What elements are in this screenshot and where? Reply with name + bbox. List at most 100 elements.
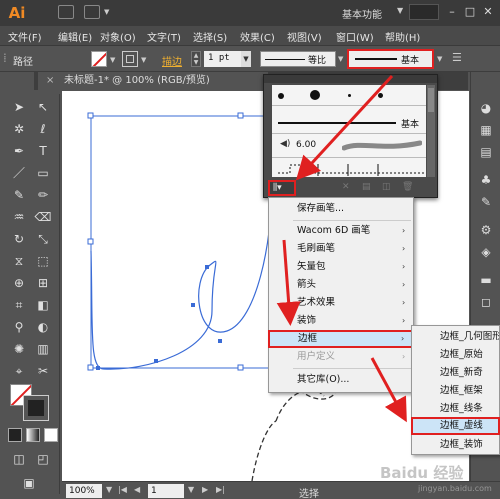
- rotate-tool-icon[interactable]: ↻: [10, 230, 28, 248]
- line-tool-icon[interactable]: ／: [10, 164, 28, 182]
- pencil-tool-icon[interactable]: ✏: [34, 186, 52, 204]
- gradient-mode-icon[interactable]: [26, 428, 40, 442]
- brushes-panel-icon[interactable]: ✎: [478, 194, 494, 210]
- selection-tool-icon[interactable]: ➤: [10, 98, 28, 116]
- symbols-panel-icon[interactable]: ♣: [478, 172, 494, 188]
- options-icon[interactable]: ▤: [362, 182, 372, 193]
- fill-swatch[interactable]: [91, 51, 107, 67]
- menu-item-artistic[interactable]: 艺术效果 ›: [269, 294, 413, 312]
- brush-list-scrollbar[interactable]: [427, 85, 435, 177]
- scale-tool-icon[interactable]: ⤡: [34, 230, 52, 248]
- swatches-panel-icon[interactable]: ▤: [478, 144, 494, 160]
- submenu-item-border-novelty[interactable]: 边框_新奇: [412, 364, 499, 382]
- artboard-number-field[interactable]: 1: [148, 484, 184, 498]
- pen-tool-icon[interactable]: ✒: [10, 142, 28, 160]
- none-mode-icon[interactable]: [44, 428, 58, 442]
- brush-dot-small[interactable]: [278, 93, 284, 99]
- chevron-down-icon[interactable]: ▼: [110, 56, 115, 64]
- previous-artboard-icon[interactable]: ◀: [134, 485, 140, 494]
- bristle-brush-stroke[interactable]: [342, 139, 422, 153]
- chevron-down-icon[interactable]: ▼: [106, 485, 112, 494]
- brush-list[interactable]: 基本 ◀) 6.00: [272, 85, 426, 177]
- menu-item-vector-packs[interactable]: 矢量包 ›: [269, 258, 413, 276]
- menu-item-save-brushes[interactable]: 保存画笔...: [269, 200, 413, 218]
- submenu-item-border-frames[interactable]: 边框_框架: [412, 382, 499, 400]
- artboards-panel-icon[interactable]: ◻: [478, 294, 494, 310]
- chevron-down-icon[interactable]: ▼: [241, 51, 251, 67]
- menu-item-other-library[interactable]: 其它库(O)...: [269, 371, 413, 389]
- chevron-down-icon[interactable]: ▼: [437, 55, 442, 63]
- new-brush-icon[interactable]: ◫: [382, 182, 392, 193]
- menu-help[interactable]: 帮助(H): [385, 29, 420, 44]
- menu-object[interactable]: 对象(O): [100, 29, 136, 44]
- submenu-item-border-primitive[interactable]: 边框_原始: [412, 346, 499, 364]
- stroke-color-box[interactable]: [23, 395, 49, 421]
- search-input[interactable]: [409, 4, 439, 20]
- close-icon[interactable]: ×: [46, 72, 54, 90]
- next-artboard-icon[interactable]: ▶: [202, 485, 208, 494]
- panel-menu-icon[interactable]: ☰: [452, 51, 462, 64]
- minimize-icon[interactable]: –: [444, 4, 460, 20]
- last-artboard-icon[interactable]: ▶|: [216, 485, 225, 494]
- chevron-down-icon[interactable]: ▼: [397, 6, 403, 15]
- brush-dot-large[interactable]: [310, 90, 320, 100]
- bridge-icon[interactable]: [58, 5, 74, 19]
- magic-wand-tool-icon[interactable]: ✲: [10, 120, 28, 138]
- menu-edit[interactable]: 编辑(E): [58, 29, 92, 44]
- stroke-panel-link[interactable]: 描边: [162, 53, 182, 68]
- mesh-tool-icon[interactable]: ⌗: [10, 296, 28, 314]
- brush-dot-medium[interactable]: [378, 93, 383, 98]
- shape-builder-tool-icon[interactable]: ⊕: [10, 274, 28, 292]
- color-mode-icon[interactable]: [8, 428, 22, 442]
- menu-item-wacom[interactable]: Wacom 6D 画笔 ›: [269, 222, 413, 240]
- draw-mode-icon[interactable]: ◫: [10, 450, 28, 468]
- menu-type[interactable]: 文字(T): [147, 29, 181, 44]
- gradient-tool-icon[interactable]: ◧: [34, 296, 52, 314]
- chevron-down-icon[interactable]: ▼: [104, 8, 109, 16]
- color-panel-icon[interactable]: ◕: [478, 100, 494, 116]
- artboard-tool-icon[interactable]: ⌖: [10, 362, 28, 380]
- type-tool-icon[interactable]: T: [34, 142, 52, 160]
- free-transform-tool-icon[interactable]: ⬚: [34, 252, 52, 270]
- stroke-weight-stepper[interactable]: ▲ ▼: [191, 51, 201, 67]
- lasso-tool-icon[interactable]: ℓ: [34, 120, 52, 138]
- eyedropper-tool-icon[interactable]: ⚲: [10, 318, 28, 336]
- remove-stroke-icon[interactable]: ✕: [342, 182, 352, 193]
- submenu-item-border-decorative[interactable]: 边框_装饰: [412, 436, 499, 454]
- chevron-down-icon[interactable]: ▼: [141, 56, 146, 64]
- first-artboard-icon[interactable]: |◀: [118, 485, 127, 494]
- menu-view[interactable]: 视图(V): [287, 29, 322, 44]
- color-guide-icon[interactable]: ▦: [478, 122, 494, 138]
- zoom-select[interactable]: 100%: [66, 484, 102, 498]
- menu-item-borders[interactable]: 边框 ›: [268, 330, 416, 348]
- column-graph-tool-icon[interactable]: ▥: [34, 340, 52, 358]
- slice-tool-icon[interactable]: ✂: [34, 362, 52, 380]
- rectangle-tool-icon[interactable]: ▭: [34, 164, 52, 182]
- variable-width-profile-select[interactable]: 等比: [260, 51, 336, 67]
- brush-definition-select[interactable]: 基本: [347, 49, 434, 69]
- menu-item-arrows[interactable]: 箭头 ›: [269, 276, 413, 294]
- layers-panel-icon[interactable]: ▬: [478, 272, 494, 288]
- paintbrush-tool-icon[interactable]: ✎: [10, 186, 28, 204]
- eraser-tool-icon[interactable]: ⌫: [34, 208, 52, 226]
- brush-dot-tiny[interactable]: [348, 94, 351, 97]
- menu-select[interactable]: 选择(S): [193, 29, 227, 44]
- delete-brush-icon[interactable]: 🗑: [402, 182, 413, 193]
- basic-brush-stroke[interactable]: [278, 122, 396, 124]
- workspace-switcher[interactable]: 基本功能: [342, 6, 382, 21]
- stroke-swatch[interactable]: [122, 51, 138, 67]
- menu-effect[interactable]: 效果(C): [240, 29, 275, 44]
- graphic-styles-icon[interactable]: ◈: [478, 244, 494, 260]
- screen-mode-icon[interactable]: ▣: [20, 474, 38, 492]
- menu-item-decorative[interactable]: 装饰 ›: [269, 312, 413, 330]
- width-tool-icon[interactable]: ⧖: [10, 252, 28, 270]
- perspective-grid-tool-icon[interactable]: ⊞: [34, 274, 52, 292]
- tab-document[interactable]: × 未标题-1* @ 100% (RGB/预览): [38, 72, 268, 90]
- menu-file[interactable]: 文件(F): [8, 29, 42, 44]
- arrange-documents-icon[interactable]: [84, 5, 100, 19]
- submenu-item-border-lines[interactable]: 边框_线条: [412, 400, 499, 418]
- menu-item-bristle[interactable]: 毛刷画笔 ›: [269, 240, 413, 258]
- brush-libraries-menu-button[interactable]: ⫼▾: [268, 180, 296, 196]
- close-icon[interactable]: ✕: [480, 4, 496, 20]
- menu-window[interactable]: 窗口(W): [336, 29, 374, 44]
